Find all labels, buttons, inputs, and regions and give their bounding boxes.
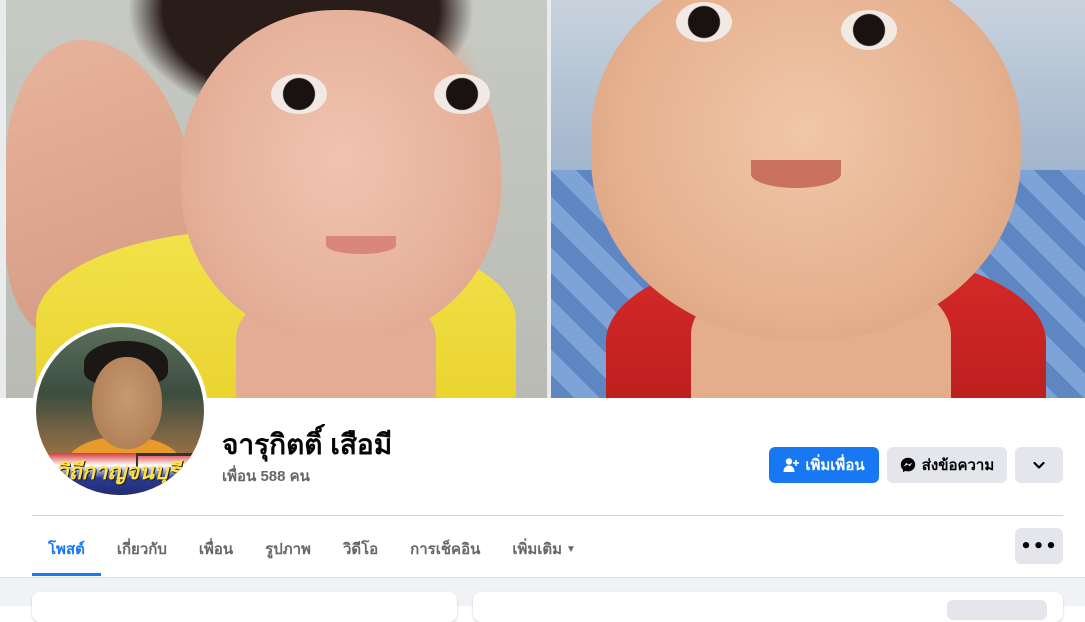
tab-photos[interactable]: รูปภาพ <box>249 522 327 576</box>
avatar-banner-text: วิถีกาญจนบุรี <box>56 459 180 485</box>
profile-name: จารุกิตติ์ เสือมี <box>222 429 393 460</box>
intro-card <box>32 592 457 622</box>
tab-label: วิดีโอ <box>342 541 379 558</box>
message-label: ส่งข้อความ <box>921 457 995 474</box>
tab-label: การเช็คอิน <box>410 541 481 558</box>
add-friend-button[interactable]: เพิ่มเพื่อน <box>769 447 879 483</box>
card-action-button[interactable] <box>947 600 1047 620</box>
create-post-card <box>473 592 1063 622</box>
tab-label: เกี่ยวกับ <box>116 541 167 558</box>
tabs-more-button[interactable]: ••• <box>1015 528 1063 564</box>
tab-checkins[interactable]: การเช็คอิน <box>394 522 496 576</box>
profile-avatar[interactable]: วิถีกาญจนบุรี <box>32 323 208 499</box>
messenger-icon <box>900 457 916 473</box>
tab-more[interactable]: เพิ่มเติม ▼ <box>496 522 592 576</box>
tab-label: รูปภาพ <box>265 541 311 558</box>
message-button[interactable]: ส่งข้อความ <box>887 447 1007 483</box>
avatar-image: วิถีกาญจนบุรี <box>36 327 204 495</box>
header-divider <box>32 515 1063 516</box>
friend-count[interactable]: เพื่อน 588 คน <box>222 464 310 488</box>
tab-posts[interactable]: โพสต์ <box>32 522 101 576</box>
tab-friends[interactable]: เพื่อน <box>183 522 249 576</box>
tab-about[interactable]: เกี่ยวกับ <box>101 522 183 576</box>
tab-label: เพิ่มเติม <box>512 541 563 558</box>
chevron-down-icon <box>1032 458 1046 472</box>
tab-videos[interactable]: วิดีโอ <box>327 522 394 576</box>
cover-photo-right-child <box>551 0 1085 398</box>
ellipsis-icon: ••• <box>1020 535 1058 557</box>
caret-down-icon: ▼ <box>566 543 576 555</box>
tab-label: โพสต์ <box>48 541 85 558</box>
tab-label: เพื่อน <box>198 541 234 558</box>
profile-more-button[interactable] <box>1015 447 1063 483</box>
profile-tabs: โพสต์ เกี่ยวกับ เพื่อน รูปภาพ วิดีโอ การ… <box>32 522 592 576</box>
add-friend-label: เพิ่มเพื่อน <box>805 457 865 474</box>
person-add-icon <box>783 457 800 473</box>
